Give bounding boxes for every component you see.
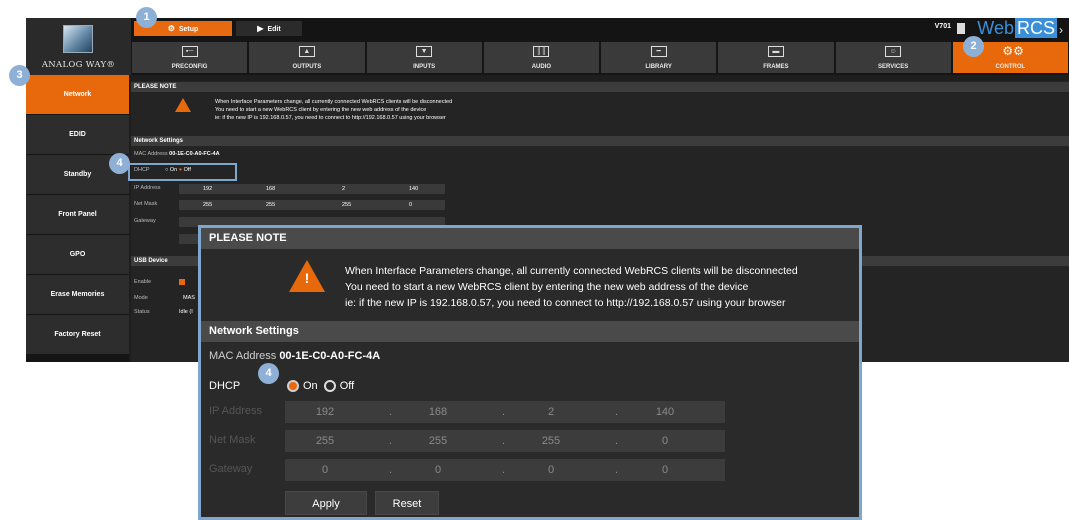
note-header: PLEASE NOTE: [131, 82, 1069, 92]
zoom-callout-panel: PLEASE NOTE ! When Interface Parameters …: [198, 225, 862, 520]
sidebar-item-factory-reset[interactable]: Factory Reset: [26, 315, 129, 354]
dhcp-label: DHCP: [209, 380, 241, 392]
gears-icon: ⚙⚙: [1002, 44, 1024, 58]
sidebar-item-front-panel[interactable]: Front Panel: [26, 195, 129, 234]
note-line: ie: if the new IP is 192.168.0.57, you n…: [345, 297, 786, 309]
nav-label: FRAMES: [763, 64, 789, 70]
gateway-label: Gateway: [209, 463, 253, 475]
logo-mark-icon: [63, 25, 93, 53]
dhcp-on-label: On: [303, 380, 318, 392]
webrcs-web: Web: [977, 18, 1014, 38]
webrcs-rcs: RCS: [1014, 18, 1057, 38]
exclamation-mark: !: [304, 270, 310, 286]
outputs-icon: ▲: [298, 46, 315, 57]
mac-address-row: MAC Address 00-1E-C0-A0-FC-4A: [209, 350, 380, 362]
version-label: V701: [934, 23, 951, 30]
nav-label: LIBRARY: [645, 64, 672, 70]
apply-button[interactable]: Apply: [285, 491, 367, 515]
frames-icon: ▬: [767, 46, 784, 57]
sidebar: Network EDID Standby Front Panel GPO Era…: [26, 75, 129, 362]
gateway-field[interactable]: 0 . 0 . 0 . 0: [285, 459, 725, 481]
ip-label-small: IP Address: [134, 185, 161, 191]
dhcp-off-label: Off: [339, 380, 355, 392]
gateway-label-small: Gateway: [134, 218, 156, 224]
usb-mode-label: Mode: [134, 295, 148, 301]
usb-enable-label: Enable: [134, 279, 152, 285]
library-icon: ━: [650, 46, 667, 57]
nav-label: CONTROL: [995, 64, 1026, 70]
mac-row-small: MAC Address 00-1E-C0-A0-FC-4A: [134, 151, 220, 157]
sidebar-item-gpo[interactable]: GPO: [26, 235, 129, 274]
nav-inputs[interactable]: ▼ INPUTS: [366, 42, 482, 73]
nav-frames[interactable]: ▬ FRAMES: [718, 42, 834, 73]
note-line: ie: if the new IP is 192.168.0.57, you n…: [215, 115, 446, 121]
sidebar-item-erase-memories[interactable]: Erase Memories: [26, 275, 129, 314]
mask-field-small[interactable]: 255 255 255 0: [179, 200, 445, 210]
gear-icon: ⚙: [167, 24, 175, 33]
dhcp-row: DHCP On Off: [209, 380, 354, 392]
brand-name: ANALOG WAY®: [41, 60, 116, 70]
usb-status-label: Status: [134, 309, 150, 315]
mac-value: 00-1E-C0-A0-FC-4A: [279, 350, 381, 362]
dhcp-off-radio[interactable]: [323, 380, 336, 392]
analog-way-logo: ANALOG WAY®: [26, 18, 131, 75]
top-bar: ⚙ Setup ▶ Edit V701 Web RCS ›: [131, 18, 1069, 39]
sidebar-item-edid[interactable]: EDID: [26, 115, 129, 154]
mac-label: MAC Address: [134, 151, 168, 157]
step-badge-3: 3: [9, 65, 30, 86]
nav-label: AUDIO: [531, 64, 552, 70]
ip-address-field[interactable]: 192 . 168 . 2 . 140: [285, 401, 725, 423]
callout-note-header: PLEASE NOTE: [201, 228, 859, 249]
step-badge-1: 1: [136, 7, 157, 28]
ip-field-small[interactable]: 192 168 2 140: [179, 184, 445, 194]
device-icon: [957, 23, 965, 34]
audio-icon: ║║: [533, 46, 550, 57]
preconfig-icon: ▪─: [181, 46, 198, 57]
services-icon: ☺: [885, 46, 902, 57]
note-text-small: When Interface Parameters change, all cu…: [215, 98, 452, 122]
more-chevron-icon[interactable]: ›: [1059, 23, 1063, 37]
tab-edit[interactable]: ▶ Edit: [236, 21, 302, 36]
step-badge-4: 4: [258, 363, 279, 384]
inputs-icon: ▼: [416, 46, 433, 57]
main-nav: ▪─ PRECONFIG ▲ OUTPUTS ▼ INPUTS ║║ AUDIO…: [131, 39, 1069, 75]
ip-address-label: IP Address: [209, 405, 262, 417]
callout-network-settings-header: Network Settings: [201, 321, 859, 342]
sidebar-item-network[interactable]: Network: [26, 75, 129, 114]
mac-label: MAC Address: [209, 350, 277, 362]
usb-enable-checkbox[interactable]: [179, 279, 185, 285]
play-icon: ▶: [257, 24, 264, 33]
step-badge-2: 2: [963, 36, 984, 57]
note-line: You need to start a new WebRCS client by…: [215, 107, 427, 113]
nav-label: PRECONFIG: [171, 64, 208, 70]
network-settings-header: Network Settings: [131, 136, 1069, 146]
dhcp-highlight-box: [128, 163, 237, 181]
note-line: You need to start a new WebRCS client by…: [345, 281, 749, 293]
nav-preconfig[interactable]: ▪─ PRECONFIG: [132, 42, 248, 73]
usb-mode-value[interactable]: MAS: [183, 295, 195, 301]
warning-icon: [175, 98, 191, 112]
note-line: When Interface Parameters change, all cu…: [215, 99, 453, 105]
edit-label: Edit: [267, 26, 281, 33]
mac-value: 00-1E-C0-A0-FC-4A: [169, 151, 220, 157]
mask-label-small: Net Mask: [134, 201, 158, 207]
nav-library[interactable]: ━ LIBRARY: [601, 42, 717, 73]
nav-label: INPUTS: [413, 64, 436, 70]
note-line: When Interface Parameters change, all cu…: [345, 265, 798, 277]
nav-services[interactable]: ☺ SERVICES: [835, 42, 951, 73]
nav-label: OUTPUTS: [292, 64, 322, 70]
step-badge-4: 4: [109, 153, 130, 174]
net-mask-label: Net Mask: [209, 434, 256, 446]
dhcp-on-radio[interactable]: [287, 380, 299, 392]
nav-outputs[interactable]: ▲ OUTPUTS: [249, 42, 365, 73]
net-mask-field[interactable]: 255 . 255 . 255 . 0: [285, 430, 725, 452]
nav-label: SERVICES: [878, 64, 909, 70]
nav-audio[interactable]: ║║ AUDIO: [483, 42, 599, 73]
reset-button[interactable]: Reset: [375, 491, 439, 515]
webrcs-logo: Web RCS ›: [977, 18, 1063, 39]
usb-status-value: Idle (I: [179, 309, 193, 315]
note-text: When Interface Parameters change, all cu…: [345, 263, 798, 311]
setup-label: Setup: [178, 26, 199, 33]
